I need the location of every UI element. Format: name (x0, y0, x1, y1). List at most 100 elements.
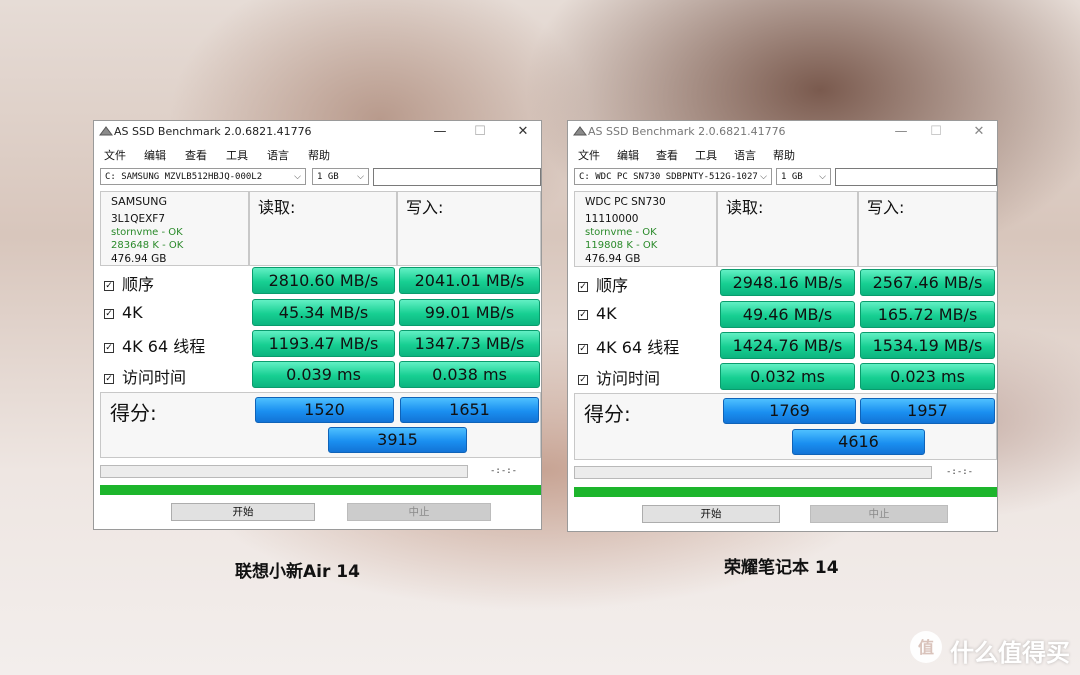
4k64-write-value: 1534.19 MB/s (860, 332, 995, 359)
menu-view[interactable]: 查看 (656, 147, 678, 163)
score-total: 4616 (792, 429, 925, 455)
minimize-icon[interactable]: — (886, 123, 916, 141)
checkbox-icon[interactable]: ✓ (104, 280, 114, 291)
row-sequential-label[interactable]: ✓ 顺序 (104, 271, 154, 295)
read-header-cell: 读取: (717, 191, 858, 267)
start-button[interactable]: 开始 (171, 503, 315, 521)
checkbox-icon[interactable]: ✓ (578, 374, 588, 385)
title-bar[interactable]: AS SSD Benchmark 2.0.6821.41776 — ☐ ✕ (94, 121, 541, 143)
drive-select[interactable]: C: WDC PC SN730 SDBPNTY-512G-1027 ⌵ (574, 168, 772, 185)
app-icon (573, 126, 587, 136)
size-select-value: 1 GB (781, 172, 803, 182)
row-4k64-label[interactable]: ✓ 4K 64 线程 (578, 334, 679, 358)
title-bar[interactable]: AS SSD Benchmark 2.0.6821.41776 — ☐ ✕ (568, 121, 997, 143)
menu-language[interactable]: 语言 (734, 147, 756, 163)
menu-language[interactable]: 语言 (267, 147, 289, 163)
checkbox-icon[interactable]: ✓ (104, 342, 114, 353)
read-header: 读取: (726, 198, 764, 217)
drive-capacity: 476.94 GB (585, 253, 641, 265)
stop-button[interactable]: 中止 (347, 503, 491, 521)
svg-text:值: 值 (918, 638, 934, 657)
progress-bar-empty (100, 465, 468, 478)
maximize-icon[interactable]: ☐ (921, 123, 951, 141)
access-write-value: 0.023 ms (860, 363, 995, 390)
write-header-cell: 写入: (397, 191, 541, 266)
row-sequential-label[interactable]: ✓ 顺序 (578, 272, 628, 296)
menu-help[interactable]: 帮助 (308, 147, 330, 163)
score-write: 1957 (860, 398, 995, 424)
access-read-value: 0.039 ms (252, 361, 395, 388)
benchmark-window-left: AS SSD Benchmark 2.0.6821.41776 — ☐ ✕ 文件… (94, 121, 541, 529)
caption-left: 联想小新Air 14 (235, 562, 360, 582)
menu-edit[interactable]: 编辑 (144, 147, 166, 163)
score-write: 1651 (400, 397, 539, 423)
elapsed-time: -:-:- (946, 467, 974, 477)
read-header-cell: 读取: (249, 191, 397, 266)
write-header: 写入: (406, 198, 444, 217)
menu-tools[interactable]: 工具 (226, 147, 248, 163)
checkbox-icon[interactable]: ✓ (578, 343, 588, 354)
menu-help[interactable]: 帮助 (773, 147, 795, 163)
menu-file[interactable]: 文件 (578, 147, 600, 163)
row-access-label[interactable]: ✓ 访问时间 (104, 364, 186, 388)
progress-bar-empty (574, 466, 932, 479)
seq-read-value: 2948.16 MB/s (720, 269, 855, 296)
seq-write-value: 2567.46 MB/s (860, 269, 995, 296)
drive-firmware: 3L1QEXF7 (111, 213, 166, 225)
drive-vendor: SAMSUNG (111, 195, 167, 208)
size-select[interactable]: 1 GB ⌵ (776, 168, 831, 185)
row-access-label[interactable]: ✓ 访问时间 (578, 365, 660, 389)
write-header: 写入: (867, 198, 905, 217)
extra-field[interactable] (835, 168, 997, 186)
row-4k-label[interactable]: ✓ 4K (578, 304, 617, 323)
row-4k-label[interactable]: ✓ 4K (104, 303, 143, 322)
4k-write-value: 165.72 MB/s (860, 301, 995, 328)
chevron-down-icon: ⌵ (760, 172, 767, 182)
score-read: 1520 (255, 397, 394, 423)
score-label: 得分: (110, 401, 157, 425)
chevron-down-icon: ⌵ (294, 172, 301, 182)
alignment-status: 283648 K - OK (111, 240, 184, 251)
alignment-status: 119808 K - OK (585, 240, 658, 251)
elapsed-time: -:-:- (490, 466, 518, 476)
stop-button[interactable]: 中止 (810, 505, 948, 523)
score-total: 3915 (328, 427, 467, 453)
4k64-read-value: 1424.76 MB/s (720, 332, 855, 359)
4k-write-value: 99.01 MB/s (399, 299, 540, 326)
access-read-value: 0.032 ms (720, 363, 855, 390)
drive-select[interactable]: C: SAMSUNG MZVLB512HBJQ-000L2 ⌵ (100, 168, 306, 185)
4k-read-value: 45.34 MB/s (252, 299, 395, 326)
checkbox-icon[interactable]: ✓ (104, 373, 114, 384)
write-header-cell: 写入: (858, 191, 997, 267)
progress-bar-complete (100, 485, 541, 495)
menu-tools[interactable]: 工具 (695, 147, 717, 163)
minimize-icon[interactable]: — (425, 123, 455, 141)
seq-read-value: 2810.60 MB/s (252, 267, 395, 294)
drive-vendor: WDC PC SN730 (585, 196, 666, 208)
maximize-icon[interactable]: ☐ (465, 123, 495, 141)
menu-edit[interactable]: 编辑 (617, 147, 639, 163)
menu-view[interactable]: 查看 (185, 147, 207, 163)
checkbox-icon[interactable]: ✓ (578, 309, 588, 320)
driver-status: stornvme - OK (111, 227, 183, 238)
progress-bar-complete (574, 487, 997, 497)
drive-select-value: C: SAMSUNG MZVLB512HBJQ-000L2 (105, 172, 263, 182)
drive-info-panel: WDC PC SN730 11110000 stornvme - OK 1198… (574, 191, 717, 267)
checkbox-icon[interactable]: ✓ (578, 281, 588, 292)
extra-field[interactable] (373, 168, 541, 186)
row-4k64-label[interactable]: ✓ 4K 64 线程 (104, 333, 205, 357)
menu-file[interactable]: 文件 (104, 147, 126, 163)
drive-capacity: 476.94 GB (111, 253, 167, 265)
checkbox-icon[interactable]: ✓ (104, 308, 114, 319)
4k64-write-value: 1347.73 MB/s (399, 330, 540, 357)
score-label: 得分: (584, 402, 631, 426)
drive-info-panel: SAMSUNG 3L1QEXF7 stornvme - OK 283648 K … (100, 191, 249, 266)
start-button[interactable]: 开始 (642, 505, 780, 523)
close-icon[interactable]: ✕ (964, 123, 994, 141)
window-title: AS SSD Benchmark 2.0.6821.41776 (588, 125, 786, 138)
size-select[interactable]: 1 GB ⌵ (312, 168, 369, 185)
drive-select-value: C: WDC PC SN730 SDBPNTY-512G-1027 (579, 172, 758, 182)
access-write-value: 0.038 ms (399, 361, 540, 388)
score-read: 1769 (723, 398, 856, 424)
close-icon[interactable]: ✕ (508, 123, 538, 141)
